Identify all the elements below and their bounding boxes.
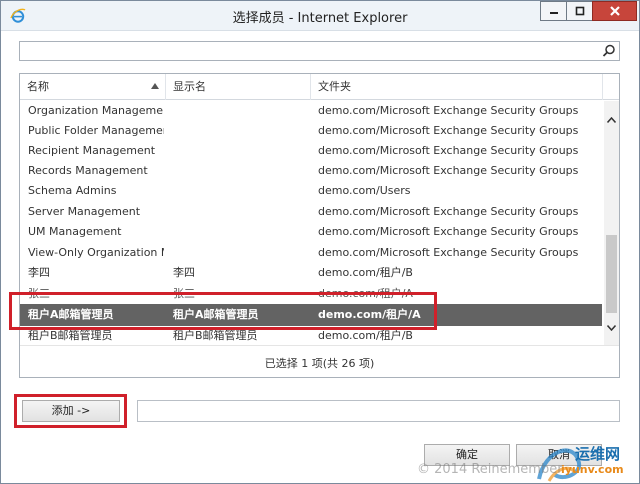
row-folder: demo.com/Microsoft Exchange Security Gro… bbox=[318, 144, 579, 157]
list-rows: Organization Management demo.com/Microso… bbox=[20, 101, 602, 345]
table-row[interactable]: View-Only Organization M... demo.com/Mic… bbox=[20, 243, 602, 263]
row-folder: demo.com/租户/A bbox=[318, 308, 421, 321]
dialog-window: 选择成员 - Internet Explorer 名称 显示名 文件夹 Orga… bbox=[0, 0, 640, 484]
row-folder: demo.com/Microsoft Exchange Security Gro… bbox=[318, 124, 579, 137]
list-header: 名称 显示名 文件夹 bbox=[20, 74, 619, 100]
watermark-copyright: © 2014 Reinemember bbox=[417, 462, 563, 477]
row-folder: demo.com/Microsoft Exchange Security Gro… bbox=[318, 205, 579, 218]
minimize-icon bbox=[549, 12, 558, 14]
scroll-up-icon[interactable] bbox=[607, 117, 616, 123]
watermark-site: iyunv.com bbox=[561, 463, 624, 476]
row-folder: demo.com/Microsoft Exchange Security Gro… bbox=[318, 104, 579, 117]
row-display-name: 租户A邮箱管理员 bbox=[173, 308, 259, 321]
row-name: Public Folder Management bbox=[28, 124, 164, 137]
table-row[interactable]: 租户B邮箱管理员 租户B邮箱管理员 demo.com/租户/B bbox=[20, 326, 602, 345]
maximize-button[interactable] bbox=[566, 1, 592, 21]
added-members-field[interactable] bbox=[137, 400, 620, 422]
column-header-folder[interactable]: 文件夹 bbox=[311, 74, 603, 100]
maximize-icon bbox=[575, 6, 584, 16]
scroll-thumb[interactable] bbox=[606, 235, 617, 313]
table-row[interactable]: Schema Admins demo.com/Users bbox=[20, 181, 602, 201]
row-name: 张三 bbox=[28, 287, 50, 300]
table-row[interactable]: 李四 李四 demo.com/租户/B bbox=[20, 263, 602, 283]
row-folder: demo.com/Microsoft Exchange Security Gro… bbox=[318, 246, 579, 259]
table-row[interactable]: Organization Management demo.com/Microso… bbox=[20, 101, 602, 121]
row-display-name: 租户B邮箱管理员 bbox=[173, 329, 258, 342]
search-icon[interactable] bbox=[602, 44, 616, 58]
close-icon bbox=[609, 6, 620, 16]
row-name: 租户A邮箱管理员 bbox=[28, 308, 114, 321]
table-row[interactable]: Public Folder Management demo.com/Micros… bbox=[20, 121, 602, 141]
row-name: 李四 bbox=[28, 266, 50, 279]
column-header-display-name-label: 显示名 bbox=[173, 80, 206, 93]
scroll-down-icon[interactable] bbox=[607, 325, 616, 331]
row-folder: demo.com/租户/A bbox=[318, 287, 413, 300]
sort-ascending-icon bbox=[151, 83, 159, 89]
row-folder: demo.com/租户/B bbox=[318, 266, 413, 279]
row-folder: demo.com/Microsoft Exchange Security Gro… bbox=[318, 164, 579, 177]
row-name: Recipient Management bbox=[28, 144, 156, 157]
row-folder: demo.com/租户/B bbox=[318, 329, 413, 342]
row-display-name: 张三 bbox=[173, 287, 195, 300]
column-header-name[interactable]: 名称 bbox=[20, 74, 166, 100]
column-header-folder-label: 文件夹 bbox=[318, 80, 351, 93]
list-divider bbox=[20, 345, 619, 346]
search-input[interactable] bbox=[22, 43, 592, 59]
close-button[interactable] bbox=[592, 1, 637, 21]
watermark-brand: 运维网 bbox=[575, 445, 621, 463]
table-row[interactable]: Server Management demo.com/Microsoft Exc… bbox=[20, 202, 602, 222]
minimize-button[interactable] bbox=[540, 1, 566, 21]
title-bar[interactable]: 选择成员 - Internet Explorer bbox=[1, 1, 639, 31]
vertical-scrollbar[interactable] bbox=[604, 101, 619, 345]
row-name: Organization Management bbox=[28, 104, 164, 117]
search-box[interactable] bbox=[19, 41, 620, 61]
row-name: Server Management bbox=[28, 205, 141, 218]
row-name: UM Management bbox=[28, 225, 122, 238]
table-row-selected[interactable]: 租户A邮箱管理员 租户A邮箱管理员 demo.com/租户/A bbox=[20, 304, 602, 326]
row-name: 租户B邮箱管理员 bbox=[28, 329, 113, 342]
table-row[interactable]: 张三 张三 demo.com/租户/A bbox=[20, 284, 602, 304]
row-name: View-Only Organization M... bbox=[28, 246, 164, 259]
row-folder: demo.com/Microsoft Exchange Security Gro… bbox=[318, 225, 579, 238]
row-name: Records Management bbox=[28, 164, 148, 177]
column-header-display-name[interactable]: 显示名 bbox=[166, 74, 311, 100]
row-name: Schema Admins bbox=[28, 184, 117, 197]
row-folder: demo.com/Users bbox=[318, 184, 411, 197]
table-row[interactable]: Records Management demo.com/Microsoft Ex… bbox=[20, 161, 602, 181]
column-header-name-label: 名称 bbox=[27, 80, 49, 93]
selection-status: 已选择 1 项(共 26 项) bbox=[264, 357, 375, 370]
table-row[interactable]: Recipient Management demo.com/Microsoft … bbox=[20, 141, 602, 161]
add-button[interactable]: 添加 -> bbox=[22, 400, 120, 422]
member-list: 名称 显示名 文件夹 Organization Management demo.… bbox=[19, 73, 620, 378]
row-display-name: 李四 bbox=[173, 266, 195, 279]
table-row[interactable]: UM Management demo.com/Microsoft Exchang… bbox=[20, 222, 602, 242]
